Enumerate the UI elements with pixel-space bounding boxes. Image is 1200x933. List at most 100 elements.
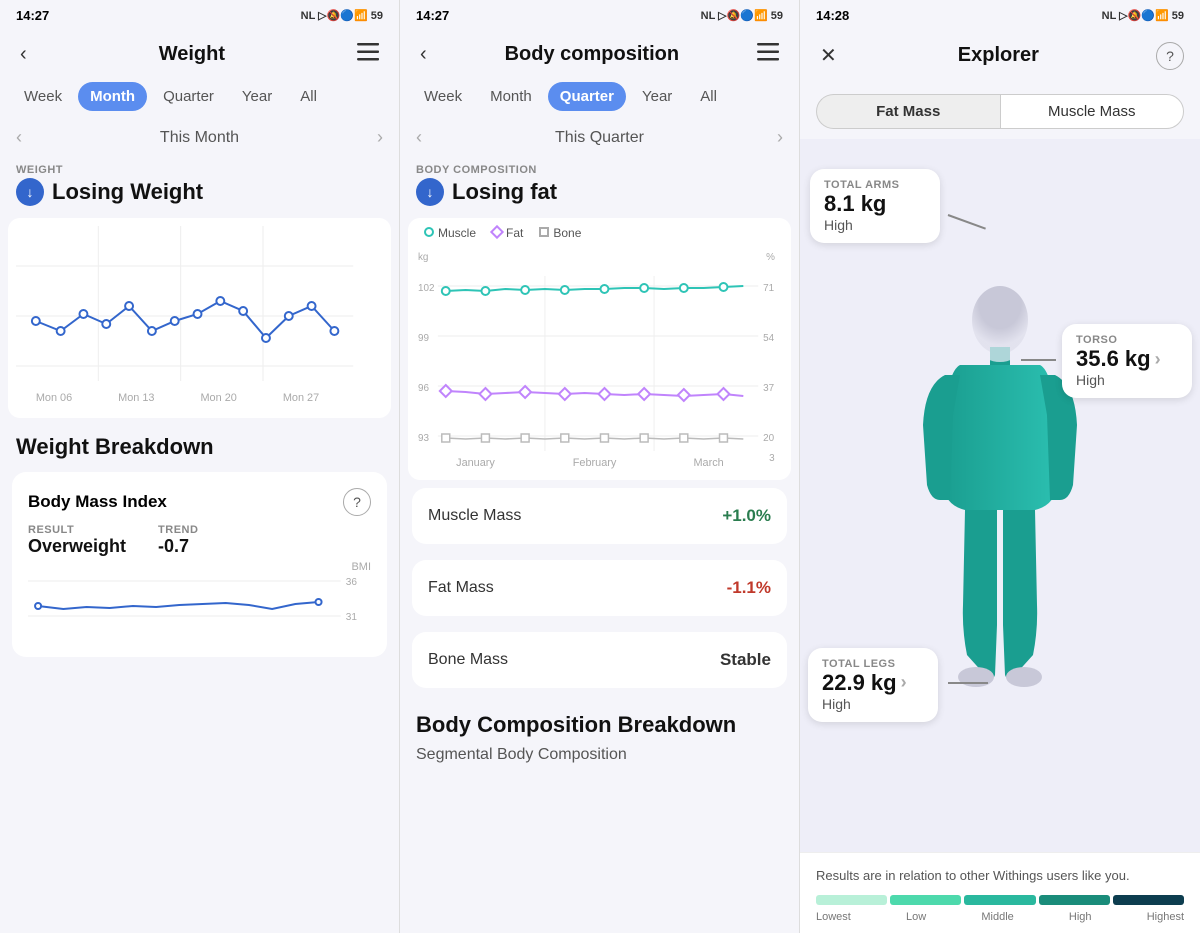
breakdown-sub: Segmental Body Composition — [400, 746, 799, 764]
color-lowest — [816, 895, 887, 905]
tab-month-1[interactable]: Month — [78, 82, 147, 111]
tab-quarter-1[interactable]: Quarter — [151, 82, 226, 111]
bmi-trend: TREND -0.7 — [158, 524, 198, 557]
nav-label-1: This Month — [160, 129, 239, 147]
nav-next-2[interactable]: › — [777, 127, 783, 148]
muscle-mass-stat: Muscle Mass +1.0% — [412, 488, 787, 544]
legend-muscle: Muscle — [424, 226, 476, 240]
section-label-2: BODY COMPOSITION — [400, 156, 799, 178]
legs-arrow: › — [901, 672, 907, 693]
nav-bar-2: ‹ This Quarter › — [400, 119, 799, 156]
svg-text:96: 96 — [418, 383, 429, 394]
tab-bar-1: Week Month Quarter Year All — [0, 82, 399, 119]
breakdown-title: Body Composition Breakdown — [400, 696, 799, 746]
svg-text:February: February — [573, 457, 617, 469]
toggle-muscle-mass[interactable]: Muscle Mass — [1000, 94, 1185, 129]
status-icons-2: NL ▷🔕🔵📶 59 — [701, 9, 783, 22]
arms-bubble: TOTAL ARMS 8.1 kg High — [810, 169, 940, 243]
torso-sub: High — [1076, 372, 1178, 388]
label-middle: Middle — [981, 911, 1013, 923]
close-button-3[interactable]: ✕ — [816, 39, 841, 72]
chart-legend: Muscle Fat Bone — [416, 226, 783, 246]
menu-button-1[interactable] — [353, 39, 383, 70]
fat-mass-value: -1.1% — [727, 578, 771, 598]
svg-text:Mon 13: Mon 13 — [118, 392, 154, 404]
svg-text:31: 31 — [346, 612, 358, 623]
losing-fat-icon: ↓ — [416, 178, 444, 206]
svg-text:%: % — [766, 252, 775, 263]
svg-text:20: 20 — [763, 433, 774, 444]
tab-quarter-2[interactable]: Quarter — [548, 82, 626, 111]
torso-arrow: › — [1155, 349, 1161, 370]
status-bar-1: 14:27 NL ▷🔕🔵📶 59 — [0, 0, 399, 31]
back-button-1[interactable]: ‹ — [16, 39, 31, 70]
tab-month-2[interactable]: Month — [478, 82, 544, 111]
bmi-title: Body Mass Index ? — [28, 488, 371, 516]
page-title-1: Weight — [31, 43, 353, 66]
legend-bar-text: Results are in relation to other Withing… — [816, 867, 1184, 885]
muscle-mass-label: Muscle Mass — [428, 507, 521, 525]
bmi-card: Body Mass Index ? RESULT Overweight TREN… — [12, 472, 387, 657]
bmi-trend-label: TREND — [158, 524, 198, 536]
label-low: Low — [906, 911, 926, 923]
arms-label: TOTAL ARMS — [824, 179, 926, 191]
arms-sub: High — [824, 217, 926, 233]
label-high: High — [1069, 911, 1092, 923]
label-lowest: Lowest — [816, 911, 851, 923]
body-figure-area: TOTAL ARMS 8.1 kg High TORSO 35.6 kg › H… — [800, 139, 1200, 852]
help-button-3[interactable]: ? — [1156, 42, 1184, 70]
nav-prev-1[interactable]: ‹ — [16, 127, 22, 148]
color-labels: Lowest Low Middle High Highest — [816, 911, 1184, 923]
page-title-2: Body composition — [431, 43, 753, 66]
header-1: ‹ Weight — [0, 31, 399, 82]
label-highest: Highest — [1147, 911, 1184, 923]
tab-year-1[interactable]: Year — [230, 82, 284, 111]
section-label-1: WEIGHT — [0, 156, 399, 178]
torso-connector — [1021, 359, 1056, 361]
svg-text:93: 93 — [418, 433, 429, 444]
bmi-stats: RESULT Overweight TREND -0.7 — [28, 524, 371, 557]
bmi-result-value: Overweight — [28, 536, 126, 557]
status-bar-2: 14:27 NL ▷🔕🔵📶 59 — [400, 0, 799, 31]
svg-text:36: 36 — [346, 577, 358, 588]
legs-bubble: TOTAL LEGS 22.9 kg › High — [808, 648, 938, 722]
legend-bar: Results are in relation to other Withing… — [800, 852, 1200, 933]
torso-value: 35.6 kg › — [1076, 346, 1178, 372]
nav-bar-1: ‹ This Month › — [0, 119, 399, 156]
bmi-result-label: RESULT — [28, 524, 126, 536]
muscle-mass-value: +1.0% — [722, 506, 771, 526]
toggle-fat-mass[interactable]: Fat Mass — [816, 94, 1000, 129]
explorer-panel: 14:28 NL ▷🔕🔵📶 59 ✕ Explorer ? Fat Mass M… — [800, 0, 1200, 933]
page-title-3: Explorer — [841, 44, 1156, 67]
status-icons-3: NL ▷🔕🔵📶 59 — [1102, 9, 1184, 22]
status-bar-3: 14:28 NL ▷🔕🔵📶 59 — [800, 0, 1200, 31]
svg-text:37: 37 — [763, 383, 774, 394]
tab-all-1[interactable]: All — [288, 82, 329, 111]
comp-status-text: Losing fat — [452, 179, 557, 205]
svg-text:71: 71 — [763, 283, 774, 294]
arms-connector — [948, 214, 986, 230]
time-1: 14:27 — [16, 8, 49, 23]
torso-label: TORSO — [1076, 334, 1178, 346]
back-button-2[interactable]: ‹ — [416, 39, 431, 70]
tab-year-2[interactable]: Year — [630, 82, 684, 111]
tab-all-2[interactable]: All — [688, 82, 729, 111]
svg-text:99: 99 — [418, 333, 429, 344]
legs-sub: High — [822, 696, 924, 712]
svg-text:January: January — [456, 457, 495, 469]
nav-prev-2[interactable]: ‹ — [416, 127, 422, 148]
status-icons-1: NL ▷🔕🔵📶 59 — [301, 9, 383, 22]
legs-connector — [948, 682, 988, 684]
tab-week-2[interactable]: Week — [412, 82, 474, 111]
bmi-help-button[interactable]: ? — [343, 488, 371, 516]
torso-bubble: TORSO 35.6 kg › High — [1062, 324, 1192, 398]
color-bar — [816, 895, 1184, 905]
color-high — [1039, 895, 1110, 905]
nav-next-1[interactable]: › — [377, 127, 383, 148]
tab-week-1[interactable]: Week — [12, 82, 74, 111]
legs-value: 22.9 kg › — [822, 670, 924, 696]
fat-mass-label: Fat Mass — [428, 579, 494, 597]
svg-text:102: 102 — [418, 283, 435, 294]
tab-bar-2: Week Month Quarter Year All — [400, 82, 799, 119]
menu-button-2[interactable] — [753, 39, 783, 70]
